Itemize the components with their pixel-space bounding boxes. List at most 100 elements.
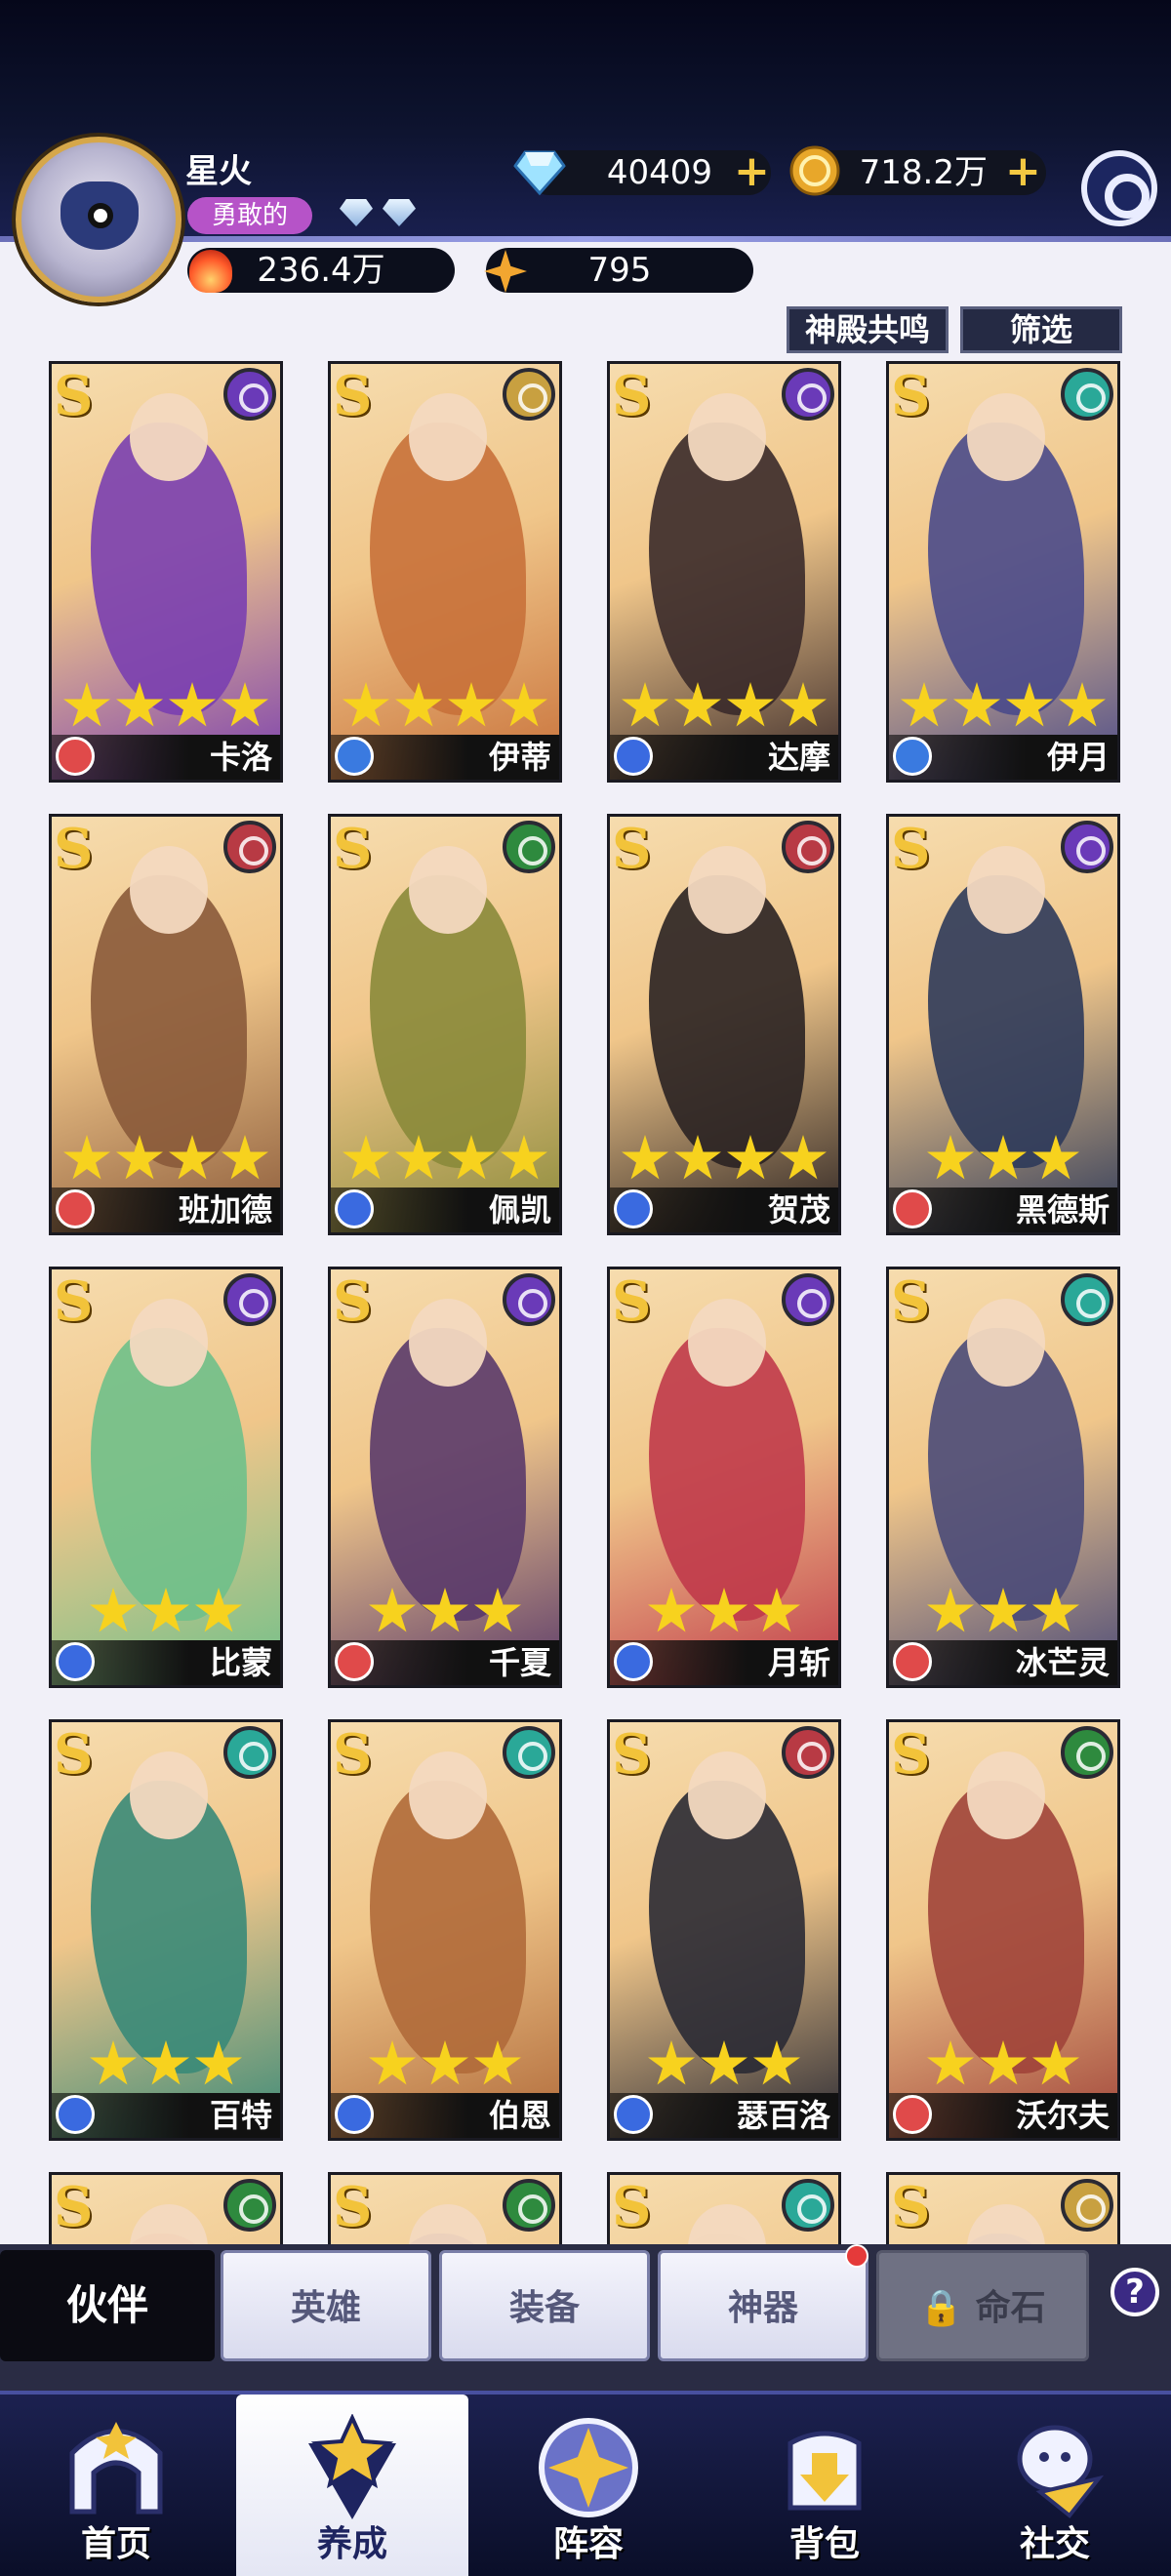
hero-card[interactable]: S	[607, 2172, 841, 2244]
rank-s-icon: S	[891, 2175, 931, 2239]
hero-head	[130, 1299, 208, 1387]
hero-head	[130, 393, 208, 481]
hero-head	[688, 1751, 766, 1839]
rank-s-icon: S	[333, 1722, 373, 1787]
hero-card[interactable]: S 伊蒂	[328, 361, 562, 783]
hero-name: 黑德斯	[1015, 1191, 1110, 1228]
diamond-icon	[513, 150, 566, 196]
hero-card[interactable]: S	[886, 2172, 1120, 2244]
hero-head	[688, 1299, 766, 1387]
hero-card[interactable]: S	[49, 2172, 283, 2244]
home-icon	[69, 2422, 163, 2515]
star-icon	[980, 1588, 1027, 1632]
star-icon	[648, 2040, 695, 2085]
hero-card[interactable]: S 班加德	[49, 814, 283, 1235]
tab-equipment[interactable]: 装备	[439, 2250, 650, 2361]
forest-faction-icon	[1061, 1726, 1113, 1779]
hero-card[interactable]: S 沃尔夫	[886, 1719, 1120, 2141]
nav-home[interactable]: 首页	[0, 2395, 232, 2576]
star-icon	[169, 682, 216, 727]
nav-lineup[interactable]: 阵容	[472, 2395, 705, 2576]
star-icon	[222, 1135, 268, 1180]
moon-faction-icon	[503, 1273, 555, 1326]
hero-card[interactable]: S 伯恩	[328, 1719, 562, 2141]
star-icon	[622, 1135, 668, 1180]
star-icon	[901, 682, 948, 727]
power-value: 236.4万	[257, 251, 385, 290]
star-icon	[780, 1135, 827, 1180]
hero-card[interactable]: S 伊月	[886, 361, 1120, 783]
star-rating	[331, 1588, 559, 1640]
shield-role-icon	[335, 1189, 374, 1228]
star-rating	[610, 2040, 838, 2093]
hero-card[interactable]: S 达摩	[607, 361, 841, 783]
add-diamond-button[interactable]: +	[734, 150, 770, 193]
star-icon	[369, 1588, 416, 1632]
forest-faction-icon	[503, 821, 555, 873]
tab-fatestone[interactable]: 🔒 命石	[876, 2250, 1089, 2361]
moon-faction-icon	[1061, 821, 1113, 873]
heal-role-icon	[335, 737, 374, 776]
star-icon	[142, 2040, 189, 2085]
hero-card[interactable]: S 比蒙	[49, 1267, 283, 1688]
star-rating	[889, 2040, 1117, 2093]
moon-faction-icon	[223, 1273, 276, 1326]
player-title-badge[interactable]: 勇敢的	[187, 197, 312, 234]
star-icon	[674, 1135, 721, 1180]
star-icon	[1006, 682, 1053, 727]
rank-s-icon: S	[612, 1269, 652, 1334]
player-name: 星火	[185, 152, 252, 191]
hero-head	[130, 846, 208, 934]
star-rating	[610, 682, 838, 735]
add-gold-button[interactable]: +	[1005, 150, 1041, 193]
hero-name: 伯恩	[488, 2097, 551, 2134]
player-avatar[interactable]	[16, 137, 182, 302]
filter-button[interactable]: 筛选	[960, 306, 1122, 353]
star-rating	[610, 1588, 838, 1640]
hero-head	[409, 1299, 487, 1387]
hero-name: 佩凯	[488, 1191, 551, 1228]
help-button[interactable]: ?	[1110, 2268, 1159, 2316]
moon-faction-icon	[223, 368, 276, 421]
star-icon	[195, 2040, 242, 2085]
forest-faction-icon	[223, 2179, 276, 2232]
hero-head	[130, 2204, 208, 2244]
hero-card[interactable]: S 佩凯	[328, 814, 562, 1235]
star-rating	[331, 2040, 559, 2093]
tab-partner[interactable]: 伙伴	[0, 2250, 215, 2361]
mage-role-icon	[614, 1189, 653, 1228]
hero-card[interactable]: S 贺茂	[607, 814, 841, 1235]
hero-card[interactable]: S 千夏	[328, 1267, 562, 1688]
star-rating	[52, 682, 280, 735]
hero-name: 伊月	[1046, 739, 1110, 776]
hero-card[interactable]: S 月斩	[607, 1267, 841, 1688]
star-icon	[422, 2040, 468, 2085]
rank-s-icon: S	[54, 364, 94, 428]
rank-s-icon: S	[891, 364, 931, 428]
forest-faction-icon	[503, 2179, 555, 2232]
hero-card[interactable]: S 黑德斯	[886, 814, 1120, 1235]
hero-card[interactable]: S 瑟百洛	[607, 1719, 841, 2141]
star-icon	[927, 1135, 974, 1180]
star-rating	[889, 682, 1117, 735]
hero-card[interactable]: S 百特	[49, 1719, 283, 2141]
tab-hero[interactable]: 英雄	[221, 2250, 431, 2361]
resonance-button[interactable]: 神殿共鸣	[787, 306, 949, 353]
social-icon	[1017, 2425, 1105, 2518]
star-icon	[622, 682, 668, 727]
hero-head	[409, 846, 487, 934]
hero-card[interactable]: S 卡洛	[49, 361, 283, 783]
hero-card[interactable]: S 冰芒灵	[886, 1267, 1120, 1688]
star-icon	[1059, 682, 1106, 727]
nav-social[interactable]: 社交	[939, 2395, 1171, 2576]
rank-s-icon: S	[891, 1722, 931, 1787]
tab-artifact[interactable]: 神器	[658, 2250, 868, 2361]
nav-bag[interactable]: 背包	[708, 2395, 941, 2576]
hero-card[interactable]: S	[328, 2172, 562, 2244]
star-rating	[331, 1135, 559, 1187]
hero-name: 沃尔夫	[1015, 2097, 1110, 2134]
sword-role-icon	[893, 1189, 932, 1228]
nav-train[interactable]: 养成	[236, 2395, 468, 2576]
gear-icon[interactable]	[1081, 150, 1157, 226]
nature-faction-icon	[223, 1726, 276, 1779]
